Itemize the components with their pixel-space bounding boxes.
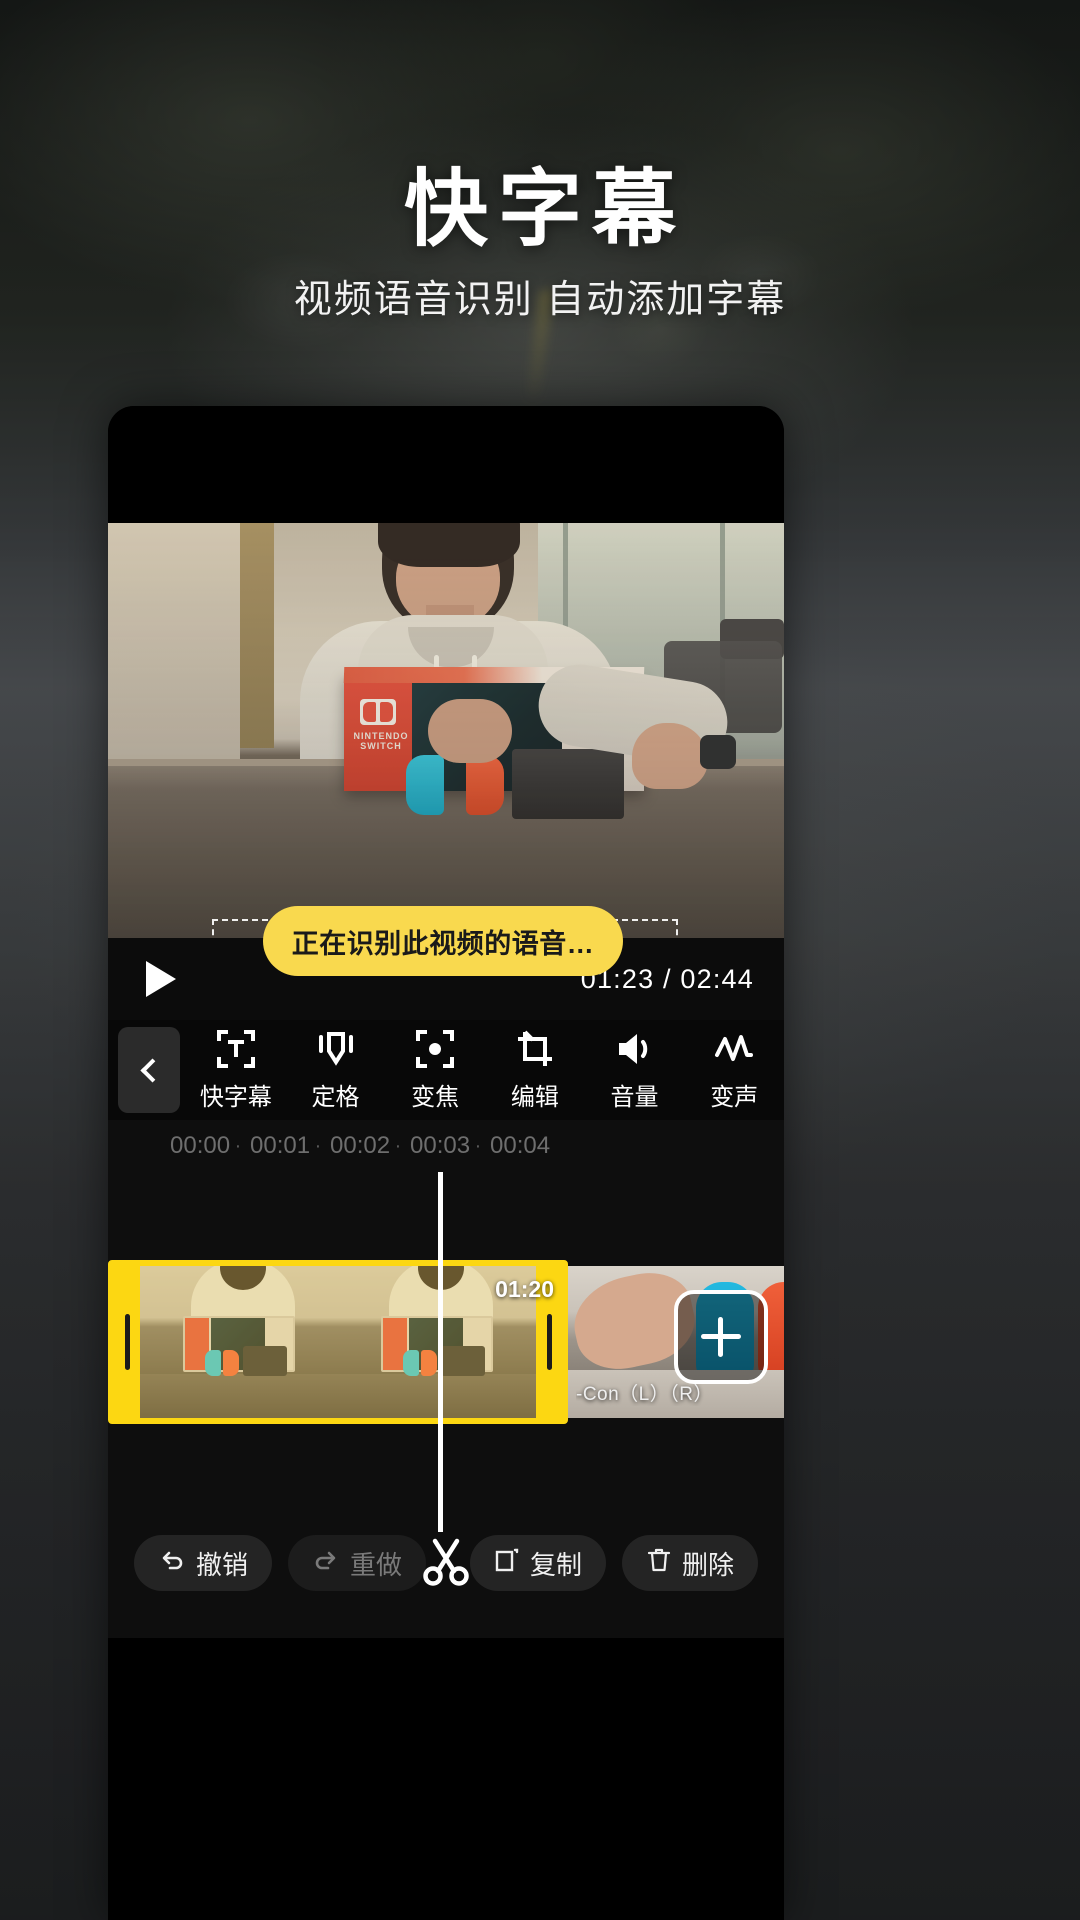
timeline-tracks[interactable]: 01:20 -Con（L）（R） （L）（R） (108, 1172, 784, 1488)
clip-thumbnail (140, 1266, 338, 1418)
play-icon[interactable] (146, 961, 176, 997)
clip-duration-label: 01:20 (495, 1276, 554, 1302)
delete-label: 删除 (681, 1549, 734, 1580)
preview-frame-image: NINTENDOSWITCH (108, 523, 784, 938)
redo-label: 重做 (350, 1549, 403, 1580)
tool-zoom-focus[interactable]: 变焦 (385, 1029, 485, 1112)
split-button[interactable] (420, 1535, 472, 1592)
ruler-dot: · (394, 1134, 402, 1157)
bottom-right-actions: 复制 删除 (469, 1535, 758, 1591)
tool-auto-caption[interactable]: 快字幕 (186, 1029, 286, 1112)
ruler-tick: 00:03 (410, 1132, 471, 1159)
delete-button[interactable]: 删除 (621, 1535, 758, 1591)
freeze-frame-icon (316, 1029, 356, 1069)
playhead[interactable] (438, 1172, 443, 1488)
ruler-dot: · (314, 1134, 322, 1157)
plus-icon (701, 1317, 741, 1357)
trim-handle-left[interactable] (114, 1266, 140, 1418)
tool-label: 编辑 (510, 1083, 559, 1111)
ruler-tick: 00:02 (330, 1132, 391, 1159)
undo-icon (158, 1546, 186, 1581)
timeline-clip-selected[interactable]: 01:20 (108, 1260, 568, 1424)
tool-volume[interactable]: 音量 (585, 1029, 685, 1112)
add-clip-button[interactable] (674, 1290, 768, 1384)
undo-button[interactable]: 撤销 (134, 1535, 273, 1591)
phone-mockup: NINTENDOSWITCH 今天为大家带来一个开箱视频 正在识别此视频的语音…… (108, 406, 784, 1920)
ruler-tick: 00:01 (250, 1132, 311, 1159)
redo-button[interactable]: 重做 (288, 1535, 427, 1591)
bottom-action-bar: 撤销 重做 复制 删除 (108, 1472, 784, 1638)
tool-list: 快字幕 定格 变焦 编辑 音量 变声 (186, 1029, 784, 1112)
page-title: 快字幕 (403, 164, 686, 257)
redo-icon (312, 1546, 340, 1581)
tool-freeze-frame[interactable]: 定格 (286, 1029, 386, 1112)
copy-label: 复制 (529, 1549, 582, 1580)
volume-icon (615, 1029, 655, 1069)
tool-label: 音量 (610, 1083, 659, 1111)
tool-edit-crop[interactable]: 编辑 (485, 1029, 585, 1112)
copy-icon (494, 1547, 520, 1580)
ruler-tick: 00:00 (170, 1132, 231, 1159)
voice-change-icon (714, 1029, 754, 1069)
tool-label: 变声 (710, 1083, 759, 1111)
status-toast-text: 正在识别此视频的语音… (291, 928, 595, 959)
status-toast: 正在识别此视频的语音… (263, 906, 623, 976)
ruler-dot: · (234, 1134, 242, 1157)
zoom-focus-icon (415, 1029, 455, 1069)
page-subtitle: 视频语音识别 自动添加字幕 (293, 279, 787, 321)
ruler-tick: 00:04 (490, 1132, 551, 1159)
timeline[interactable]: 00:00 · 00:01 · 00:02 · 00:03 · 00:04 01… (108, 1120, 784, 1488)
crop-icon (515, 1029, 555, 1069)
ruler-dot: · (474, 1134, 482, 1157)
copy-button[interactable]: 复制 (469, 1535, 606, 1591)
tool-label: 定格 (311, 1083, 360, 1111)
scissors-icon (420, 1538, 472, 1591)
trash-icon (646, 1547, 672, 1580)
phone-status-area (108, 406, 784, 523)
chevron-left-icon (139, 1057, 165, 1083)
back-button[interactable] (118, 1027, 180, 1113)
tool-label: 快字幕 (199, 1083, 272, 1111)
clip-toolbar: 快字幕 定格 变焦 编辑 音量 变声 (108, 1020, 784, 1120)
timeline-ruler: 00:00 · 00:01 · 00:02 · 00:03 · 00:04 (108, 1120, 784, 1172)
tool-label: 变焦 (411, 1083, 460, 1111)
auto-caption-icon (216, 1029, 256, 1069)
tool-voice-change[interactable]: 变声 (684, 1029, 784, 1112)
video-preview[interactable]: NINTENDOSWITCH 今天为大家带来一个开箱视频 (108, 523, 784, 938)
undo-label: 撤销 (196, 1549, 249, 1580)
